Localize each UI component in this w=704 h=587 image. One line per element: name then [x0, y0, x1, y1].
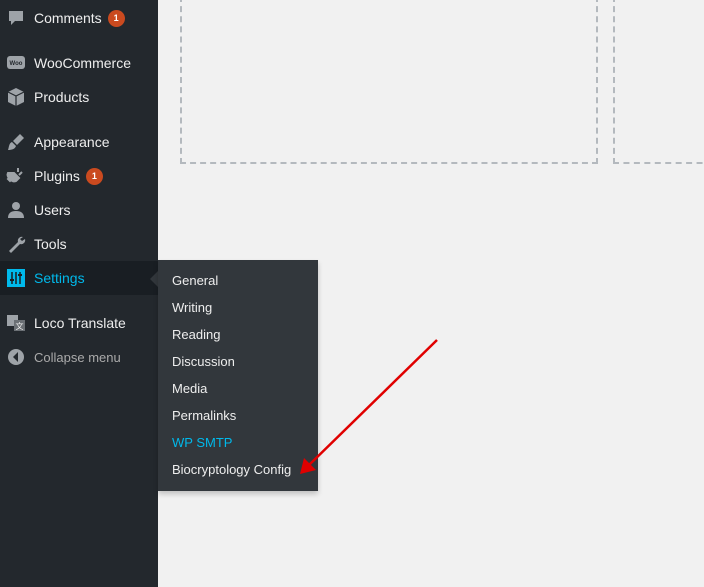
- sidebar-item-label: Appearance: [34, 134, 110, 150]
- submenu-item-writing[interactable]: Writing: [172, 294, 212, 321]
- submenu-item-general[interactable]: General: [172, 267, 218, 294]
- dashboard-widget-placeholder: [180, 0, 598, 164]
- woocommerce-icon: Woo: [6, 53, 26, 73]
- sidebar-item-label: Collapse menu: [34, 349, 121, 365]
- products-box-icon: [6, 87, 26, 107]
- collapse-arrow-icon: [6, 347, 26, 367]
- user-icon: [6, 200, 26, 220]
- svg-text:Woo: Woo: [10, 61, 23, 67]
- submenu-pointer: [150, 271, 158, 287]
- sidebar-item-loco-translate[interactable]: 文 Loco Translate: [0, 306, 158, 340]
- sidebar-item-tools[interactable]: Tools: [0, 227, 158, 261]
- sidebar-item-label: Users: [34, 202, 71, 218]
- sidebar-item-label: Comments: [34, 10, 102, 26]
- submenu-item-permalinks[interactable]: Permalinks: [172, 402, 236, 429]
- sidebar-item-appearance[interactable]: Appearance: [0, 125, 158, 159]
- sidebar-item-label: Loco Translate: [34, 315, 126, 331]
- settings-submenu: General Writing Reading Discussion Media…: [158, 260, 318, 491]
- sidebar-item-label: Products: [34, 89, 90, 105]
- collapse-menu-button[interactable]: Collapse menu: [0, 340, 158, 374]
- comments-icon: [6, 8, 26, 28]
- sidebar-item-label: WooCommerce: [34, 55, 131, 71]
- wrench-icon: [6, 234, 26, 254]
- submenu-item-media[interactable]: Media: [172, 375, 207, 402]
- translate-icon: 文: [6, 313, 26, 333]
- plug-icon: [6, 166, 26, 186]
- sidebar-item-comments[interactable]: Comments 1: [0, 1, 158, 35]
- sidebar-item-products[interactable]: Products: [0, 80, 158, 114]
- sidebar-item-plugins[interactable]: Plugins 1: [0, 159, 158, 193]
- sidebar-item-label: Tools: [34, 236, 67, 252]
- admin-sidebar: Comments 1 Woo WooCommerce Products Appe…: [0, 0, 158, 587]
- dashboard-widget-placeholder: [613, 0, 704, 164]
- svg-text:文: 文: [16, 321, 24, 331]
- sidebar-item-woocommerce[interactable]: Woo WooCommerce: [0, 46, 158, 80]
- sidebar-item-settings[interactable]: Settings: [0, 261, 158, 295]
- sidebar-item-label: Plugins: [34, 168, 80, 184]
- sidebar-item-users[interactable]: Users: [0, 193, 158, 227]
- submenu-item-reading[interactable]: Reading: [172, 321, 220, 348]
- brush-icon: [6, 132, 26, 152]
- settings-sliders-icon: [6, 268, 26, 288]
- submenu-item-discussion[interactable]: Discussion: [172, 348, 235, 375]
- plugins-update-badge: 1: [85, 167, 103, 185]
- comments-count-badge: 1: [107, 9, 125, 27]
- submenu-item-wp-smtp[interactable]: WP SMTP: [172, 429, 232, 456]
- sidebar-item-label: Settings: [34, 270, 85, 286]
- submenu-item-biocryptology-config[interactable]: Biocryptology Config: [172, 456, 291, 483]
